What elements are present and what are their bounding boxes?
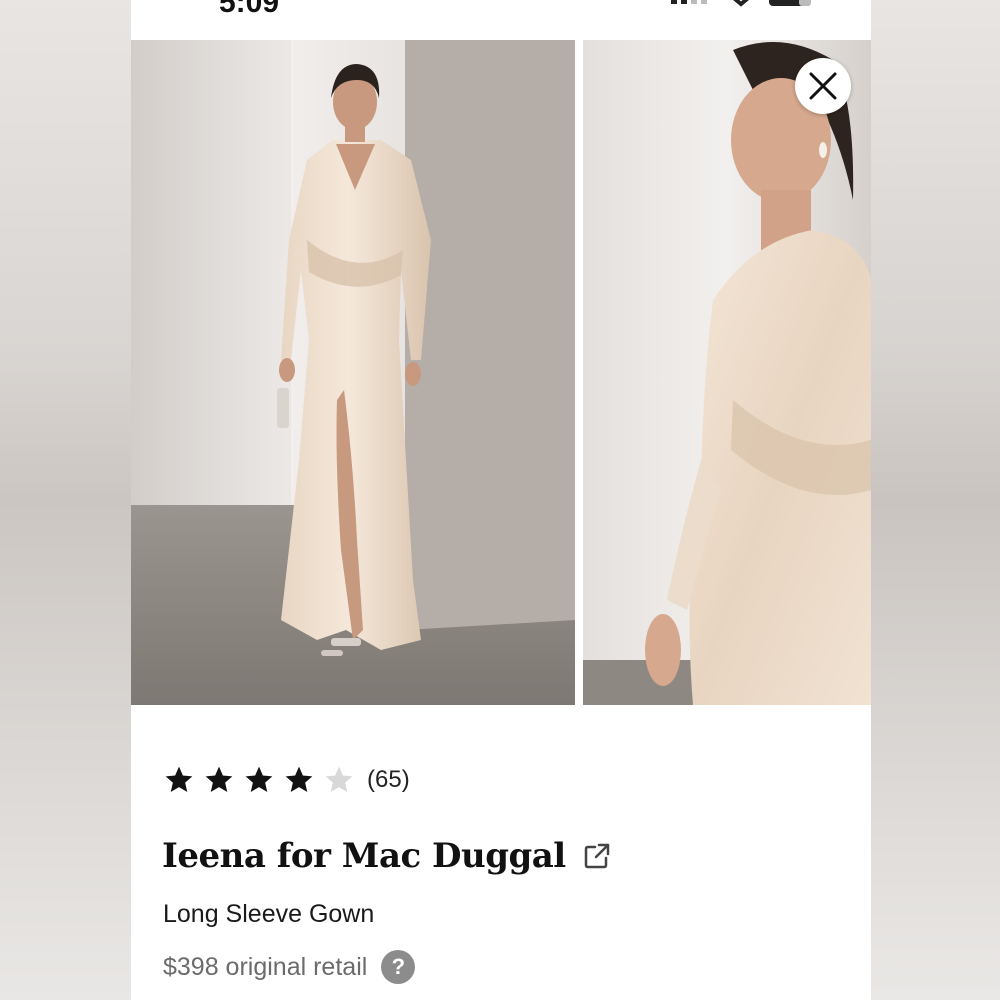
star-filled-icon: [205, 766, 233, 792]
star-filled-icon: [165, 766, 193, 792]
star-filled-icon: [245, 766, 273, 792]
review-count[interactable]: (65): [367, 766, 410, 794]
battery-icon: [769, 0, 811, 6]
brand-name[interactable]: Ieena for Mac Duggal: [162, 836, 566, 876]
star-filled-icon: [285, 766, 313, 792]
product-photo-full-length[interactable]: [131, 40, 575, 705]
external-link-icon[interactable]: [582, 841, 612, 871]
original-retail-price: $398 original retail: [163, 952, 368, 981]
blurred-background-right: [871, 0, 1000, 1000]
product-photo-close-up[interactable]: [583, 40, 871, 705]
product-name: Long Sleeve Gown: [163, 900, 375, 928]
close-button[interactable]: [795, 58, 851, 114]
product-screen: 5:09 (65) Ieena for Mac Duggal Long Slee…: [131, 0, 871, 1000]
status-time: 5:09: [219, 0, 280, 19]
product-photo-1-illustration: [131, 40, 575, 705]
rating[interactable]: (65): [163, 762, 410, 798]
blurred-background-left: [0, 0, 131, 1000]
question-mark-icon[interactable]: ?: [381, 950, 416, 984]
star-rating: [163, 764, 363, 796]
close-icon: [809, 72, 837, 100]
status-bar: 5:09: [131, 0, 871, 40]
signal-icon: [671, 0, 707, 4]
product-photo-2-illustration: [583, 40, 871, 705]
wifi-icon: [733, 0, 749, 7]
star-empty-icon: [325, 766, 353, 792]
status-icons: [671, 0, 811, 7]
retail-price-row: $398 original retail ?: [163, 950, 416, 984]
brand-row: Ieena for Mac Duggal: [162, 836, 612, 876]
